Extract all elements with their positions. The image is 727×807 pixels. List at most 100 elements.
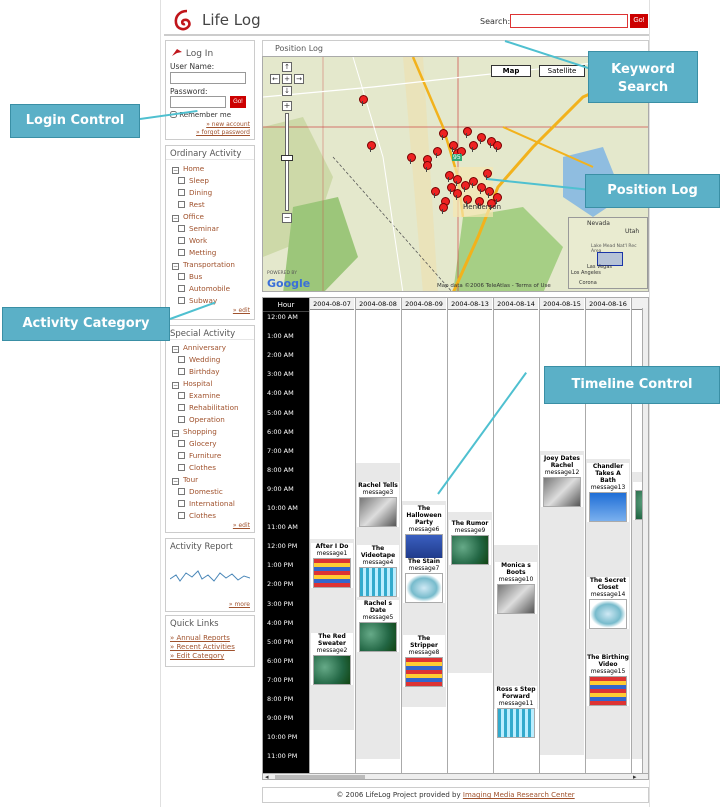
timeline-event[interactable]: Rachel Tells message3 <box>357 481 399 527</box>
position-pin-icon[interactable] <box>469 177 478 188</box>
horizontal-scrollbar[interactable]: ◂ ▸ <box>263 773 648 779</box>
timeline-event[interactable]: After I Do message1 <box>311 543 353 589</box>
checkbox-icon[interactable] <box>178 225 185 232</box>
category-item-office[interactable]: − Office <box>166 211 254 223</box>
position-pin-icon[interactable] <box>463 127 472 138</box>
checkbox-icon[interactable] <box>178 440 185 447</box>
event-thumbnail[interactable] <box>543 477 581 508</box>
pan-center-icon[interactable]: + <box>282 74 292 84</box>
day-header[interactable]: 2004-08-15 <box>540 298 584 310</box>
category-item-clothes[interactable]: Clothes <box>166 510 254 522</box>
satellite-view-button[interactable]: Satellite <box>539 65 585 77</box>
zoom-out-icon[interactable]: − <box>282 213 292 223</box>
day-header[interactable]: 2004-08-13 <box>448 298 492 310</box>
event-thumbnail[interactable] <box>589 491 627 522</box>
forgot-password-link[interactable]: » forgot password <box>196 129 250 136</box>
login-go-button[interactable]: Go! <box>230 96 246 108</box>
pan-down-icon[interactable]: ↓ <box>282 86 292 96</box>
day-header[interactable]: 2004-08-08 <box>356 298 400 310</box>
quick-link-recent-activities[interactable]: » Recent Activities <box>166 643 235 652</box>
timeline-event[interactable]: The Secret Closet message14 <box>587 577 629 630</box>
category-item-tour[interactable]: − Tour <box>166 474 254 486</box>
category-item-hospital[interactable]: − Hospital <box>166 378 254 390</box>
timeline-event[interactable]: Monica s Boots message10 <box>495 562 537 615</box>
event-thumbnail[interactable] <box>405 656 443 687</box>
event-thumbnail[interactable] <box>359 496 397 527</box>
search-input[interactable] <box>510 14 628 28</box>
checkbox-icon[interactable] <box>178 297 185 304</box>
timeline-event[interactable]: Rachel s Date message5 <box>357 600 399 653</box>
footer-imrc-link[interactable]: Imaging Media Research Center <box>463 791 575 799</box>
position-pin-icon[interactable] <box>433 147 442 158</box>
scroll-right-icon[interactable]: ▸ <box>633 773 637 779</box>
map-view-button[interactable]: Map <box>491 65 531 77</box>
category-item-wedding[interactable]: Wedding <box>166 354 254 366</box>
timeline-event[interactable]: The Rumor message9 <box>449 520 491 566</box>
category-item-shopping[interactable]: − Shopping <box>166 426 254 438</box>
checkbox-icon[interactable] <box>178 464 185 471</box>
ordinary-edit-link[interactable]: » edit <box>166 307 254 314</box>
collapse-icon[interactable]: − <box>172 167 179 174</box>
event-thumbnail[interactable] <box>589 599 627 630</box>
day-header[interactable]: 2004-08-16 <box>586 298 630 310</box>
username-input[interactable] <box>170 72 246 84</box>
position-pin-icon[interactable] <box>469 141 478 152</box>
category-item-glocery[interactable]: Glocery <box>166 438 254 450</box>
event-thumbnail[interactable] <box>313 654 351 685</box>
category-item-rest[interactable]: Rest <box>166 199 254 211</box>
category-item-anniversary[interactable]: − Anniversary <box>166 342 254 354</box>
timeline-event[interactable]: Chandler Takes A Bath message13 <box>587 462 629 522</box>
timeline-event[interactable]: The Videotape message4 <box>357 544 399 597</box>
checkbox-icon[interactable] <box>178 500 185 507</box>
checkbox-icon[interactable] <box>178 237 185 244</box>
category-item-furniture[interactable]: Furniture <box>166 450 254 462</box>
category-item-clothes[interactable]: Clothes <box>166 462 254 474</box>
checkbox-icon[interactable] <box>178 249 185 256</box>
day-header[interactable]: 2004-08-09 <box>402 298 446 310</box>
category-item-dining[interactable]: Dining <box>166 187 254 199</box>
position-pin-icon[interactable] <box>493 141 502 152</box>
day-header[interactable]: 2004-08-14 <box>494 298 538 310</box>
collapse-icon[interactable]: − <box>172 215 179 222</box>
zoom-in-icon[interactable]: + <box>282 101 292 111</box>
position-pin-icon[interactable] <box>439 129 448 140</box>
checkbox-icon[interactable] <box>178 189 185 196</box>
timeline-event[interactable]: The Red Sweater message2 <box>311 632 353 685</box>
position-pin-icon[interactable] <box>407 153 416 164</box>
collapse-icon[interactable]: − <box>172 382 179 389</box>
category-item-international[interactable]: International <box>166 498 254 510</box>
position-pin-icon[interactable] <box>447 183 456 194</box>
category-item-seminar[interactable]: Seminar <box>166 223 254 235</box>
pan-up-icon[interactable]: ↑ <box>282 62 292 72</box>
event-thumbnail[interactable] <box>359 566 397 597</box>
quick-link-edit-category[interactable]: » Edit Category <box>166 652 235 661</box>
app-logo[interactable]: Life Log <box>172 8 282 34</box>
checkbox-icon[interactable] <box>178 201 185 208</box>
event-thumbnail[interactable] <box>359 622 397 653</box>
timeline-event[interactable]: The Halloween Party message6 <box>403 504 445 564</box>
timeline-event[interactable]: The Stripper message8 <box>403 634 445 687</box>
scroll-thumb[interactable] <box>275 775 365 779</box>
checkbox-icon[interactable] <box>178 273 185 280</box>
position-pin-icon[interactable] <box>445 171 454 182</box>
event-thumbnail[interactable] <box>497 708 535 739</box>
pan-right-icon[interactable]: → <box>294 74 304 84</box>
position-pin-icon[interactable] <box>359 95 368 106</box>
report-more-link[interactable]: » more <box>229 601 250 608</box>
day-header[interactable]: 2004-08-07 <box>310 298 354 310</box>
scroll-left-icon[interactable]: ◂ <box>265 773 269 779</box>
position-pin-icon[interactable] <box>461 181 470 192</box>
password-input[interactable] <box>170 96 226 108</box>
pan-left-icon[interactable]: ← <box>270 74 280 84</box>
checkbox-icon[interactable] <box>178 356 185 363</box>
event-thumbnail[interactable] <box>405 573 443 604</box>
category-item-bus[interactable]: Bus <box>166 271 254 283</box>
position-pin-icon[interactable] <box>431 187 440 198</box>
position-pin-icon[interactable] <box>439 203 448 214</box>
timeline-event[interactable]: The Birthing Video message15 <box>587 653 629 706</box>
category-item-transportation[interactable]: − Transportation <box>166 259 254 271</box>
overview-map[interactable]: Nevada Utah Lake Mead Nat'l Rec Area Las… <box>568 217 648 289</box>
timeline-event[interactable]: Joey Dates Rachel message12 <box>541 455 583 508</box>
category-item-domestic[interactable]: Domestic <box>166 486 254 498</box>
event-thumbnail[interactable] <box>313 558 351 589</box>
